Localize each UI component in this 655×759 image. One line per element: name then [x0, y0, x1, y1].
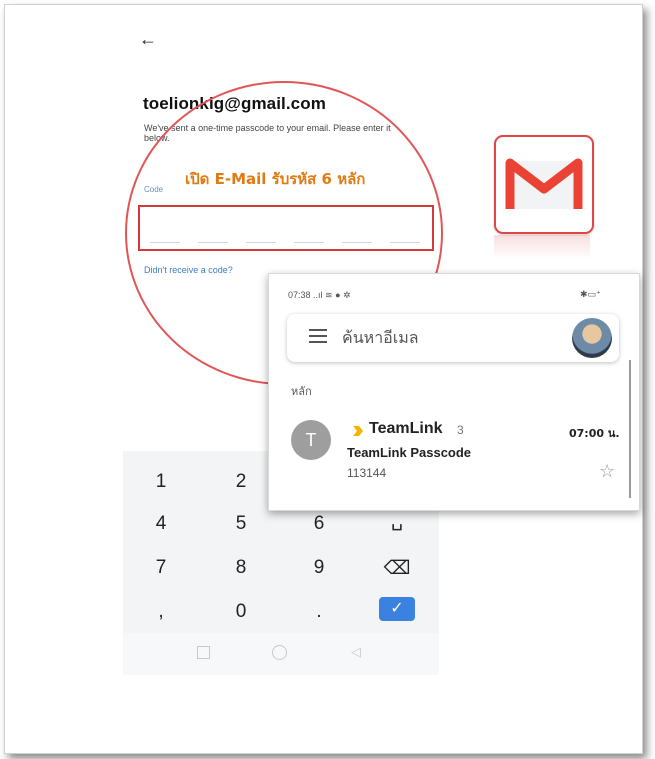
- space-icon[interactable]: ␣: [367, 509, 427, 532]
- thread-count: 3: [457, 423, 464, 437]
- primary-section-label: หลัก: [291, 385, 312, 398]
- account-avatar[interactable]: [572, 318, 612, 358]
- android-nav-bar: ◁: [123, 633, 439, 675]
- menu-icon[interactable]: [309, 329, 327, 343]
- home-icon[interactable]: [272, 645, 287, 660]
- backspace-icon[interactable]: ⌫: [367, 557, 427, 580]
- scrollbar[interactable]: [629, 360, 631, 498]
- key-comma[interactable]: ,: [131, 601, 191, 623]
- important-marker-icon: [353, 426, 363, 436]
- message-time: 07:00 น.: [569, 427, 620, 440]
- key-5[interactable]: 5: [211, 513, 271, 535]
- key-9[interactable]: 9: [289, 557, 349, 579]
- battery-icon: ✱▭⁺: [580, 289, 601, 299]
- status-bar-time: 07:38 ..ıl ≋ ● ✲: [288, 290, 351, 300]
- gmail-inbox-popup: 07:38 ..ıl ≋ ● ✲ ✱▭⁺ ค้นหาอีเมล หลัก T T…: [268, 273, 640, 511]
- key-1[interactable]: 1: [131, 471, 191, 493]
- message-subject: TeamLink Passcode: [347, 445, 472, 460]
- gmail-search-bar[interactable]: ค้นหาอีเมล: [287, 314, 619, 362]
- key-4[interactable]: 4: [131, 513, 191, 535]
- key-6[interactable]: 6: [289, 513, 349, 535]
- check-icon[interactable]: ✓: [379, 597, 415, 621]
- email-list-item[interactable]: T TeamLink 3 07:00 น. TeamLink Passcode …: [269, 410, 629, 482]
- back-arrow-icon[interactable]: ←: [139, 29, 157, 50]
- key-8[interactable]: 8: [211, 557, 271, 579]
- recent-apps-icon[interactable]: [197, 646, 210, 659]
- key-period[interactable]: .: [289, 601, 349, 623]
- key-0[interactable]: 0: [211, 601, 271, 623]
- sender-name: TeamLink: [369, 420, 443, 437]
- gmail-logo-reflection: [494, 235, 590, 259]
- message-snippet: 113144: [347, 466, 387, 480]
- search-placeholder: ค้นหาอีเมล: [342, 328, 419, 347]
- key-2[interactable]: 2: [211, 471, 271, 493]
- screenshot-frame: ← toelionkig@gmail.com We've sent a one-…: [4, 4, 643, 754]
- star-icon[interactable]: ☆: [599, 461, 615, 482]
- gmail-logo-icon: [494, 135, 594, 234]
- sender-avatar: T: [291, 420, 331, 460]
- back-nav-icon[interactable]: ◁: [351, 644, 361, 660]
- key-7[interactable]: 7: [131, 557, 191, 579]
